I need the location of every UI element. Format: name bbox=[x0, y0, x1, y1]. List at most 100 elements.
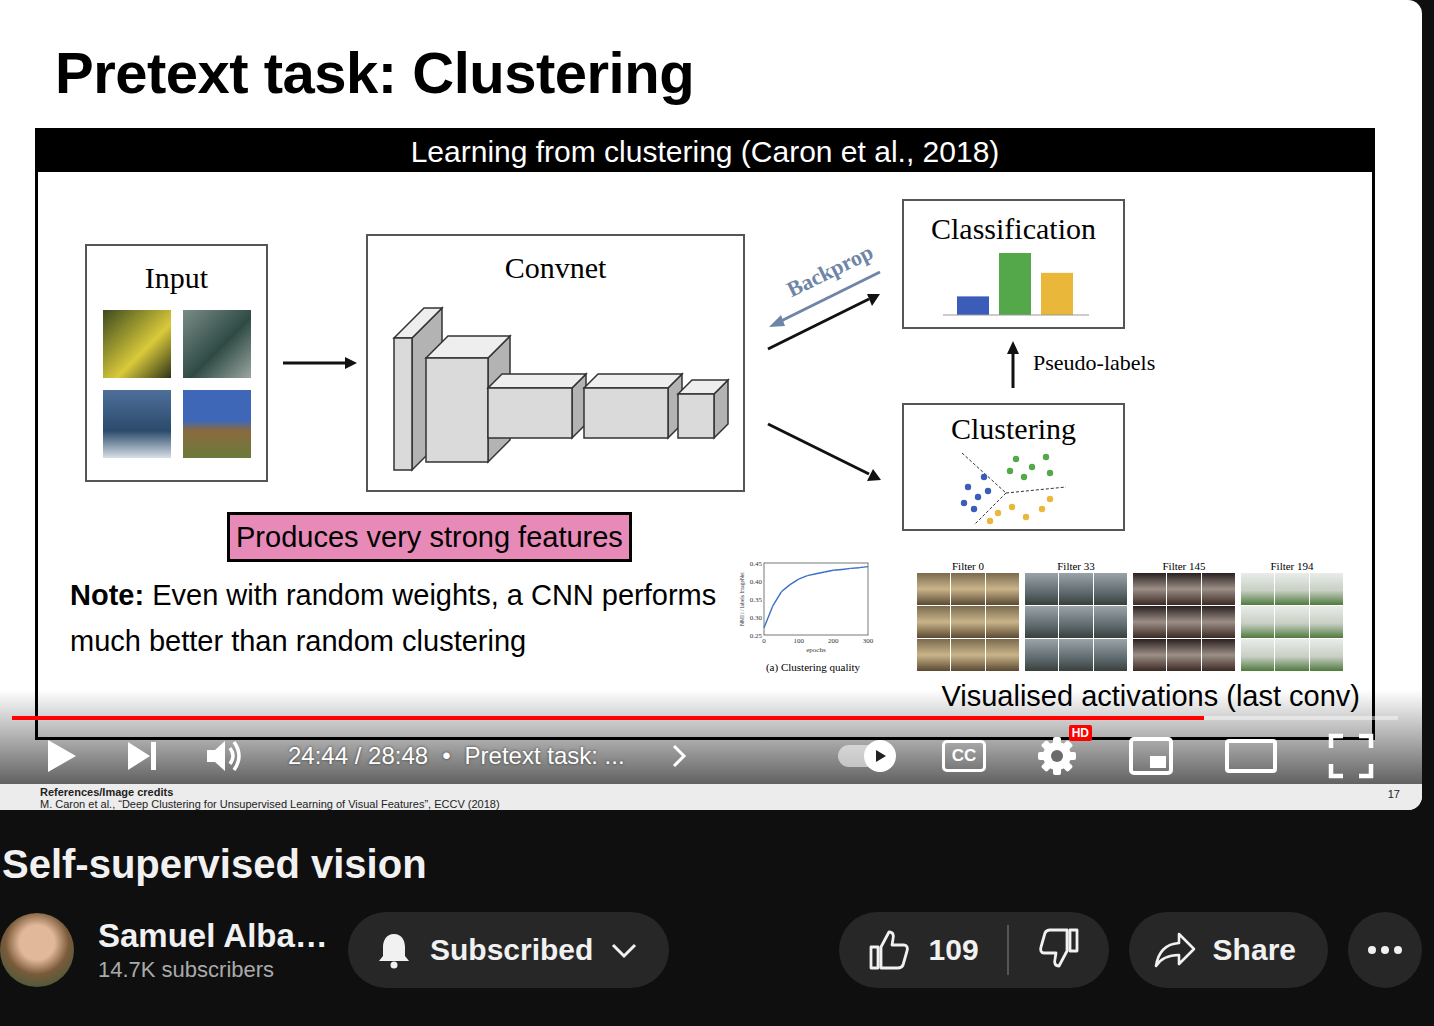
input-photo bbox=[183, 310, 251, 378]
cluster-point bbox=[1022, 514, 1028, 520]
classification-label: Classification bbox=[931, 211, 1096, 247]
fullscreen-icon[interactable] bbox=[1328, 733, 1374, 779]
filter-label: Filter 33 bbox=[1025, 559, 1127, 573]
activation-image bbox=[951, 606, 984, 638]
activation-image bbox=[1167, 606, 1200, 638]
settings-button[interactable]: HD bbox=[1036, 735, 1078, 777]
highlight-label: Produces very strong features bbox=[227, 512, 632, 562]
cluster-point bbox=[964, 484, 970, 490]
gear-icon bbox=[1036, 735, 1078, 777]
activation-image bbox=[1133, 639, 1166, 671]
input-photo bbox=[103, 390, 171, 458]
subscribe-button[interactable]: Subscribed bbox=[348, 912, 669, 988]
activation-image bbox=[1241, 639, 1274, 671]
pseudo-labels-label: Pseudo-labels bbox=[1033, 350, 1155, 376]
clustering-chart: NMI t / labels ImageNet0.450.400.350.300… bbox=[738, 557, 888, 674]
captions-button[interactable]: CC bbox=[942, 740, 986, 772]
time-display: 24:44 / 28:48 bbox=[288, 742, 428, 770]
references: References/Image creditsM. Caron et al.,… bbox=[0, 784, 1422, 810]
activation-image bbox=[917, 639, 950, 671]
activation-image bbox=[951, 639, 984, 671]
chapter-title[interactable]: Pretext task: ... bbox=[465, 742, 625, 770]
cluster-scatter bbox=[954, 447, 1074, 527]
channel-name[interactable]: Samuel Alba… bbox=[98, 916, 348, 956]
chart-line-segment bbox=[833, 569, 842, 571]
activation-image bbox=[1059, 573, 1092, 605]
cluster-point bbox=[1038, 506, 1044, 512]
activation-image bbox=[1025, 639, 1058, 671]
like-button[interactable]: 109 bbox=[867, 928, 979, 972]
page-number: 17 bbox=[1388, 788, 1400, 810]
activation-image bbox=[1275, 606, 1308, 638]
activation-image bbox=[1275, 639, 1308, 671]
progress-bar[interactable] bbox=[12, 716, 1398, 720]
share-label: Share bbox=[1213, 933, 1296, 967]
activation-image bbox=[1167, 639, 1200, 671]
channel-info: Samuel Alba…14.7K subscribers bbox=[98, 916, 348, 984]
filter-tiles bbox=[917, 573, 1019, 671]
filter-grid: Filter 0 bbox=[917, 559, 1019, 671]
youtube-page: Pretext task: Clustering Learning from cl… bbox=[0, 0, 1434, 1026]
input-node: Input bbox=[85, 244, 268, 482]
panel-title: Learning from clustering (Caron et al., … bbox=[38, 131, 1372, 172]
activation-image bbox=[1059, 606, 1092, 638]
activation-image bbox=[1167, 573, 1200, 605]
cluster-point bbox=[1028, 464, 1034, 470]
play-icon[interactable] bbox=[40, 736, 80, 776]
activation-image bbox=[1202, 606, 1235, 638]
clustering-node: Clustering bbox=[902, 403, 1125, 531]
activation-image bbox=[1094, 573, 1127, 605]
subscriber-count: 14.7K subscribers bbox=[98, 956, 348, 984]
chart-line-segment bbox=[859, 567, 868, 568]
svg-text:0.30: 0.30 bbox=[750, 614, 763, 622]
class-bar bbox=[957, 296, 989, 315]
svg-text:epochs: epochs bbox=[806, 646, 826, 654]
chevron-down-icon bbox=[609, 935, 639, 965]
channel-avatar[interactable] bbox=[0, 913, 74, 987]
cluster-point bbox=[974, 494, 980, 500]
svg-text:200: 200 bbox=[828, 637, 839, 645]
autoplay-toggle[interactable] bbox=[838, 745, 892, 767]
convnet-node: Convnet bbox=[366, 234, 745, 492]
more-dots-icon bbox=[1367, 945, 1403, 955]
player-controls: 24:44 / 28:48•Pretext task: ...CCHD bbox=[0, 730, 1422, 782]
activation-image bbox=[1241, 606, 1274, 638]
filter-tiles bbox=[1241, 573, 1343, 671]
svg-text:0.25: 0.25 bbox=[750, 632, 763, 640]
svg-text:300: 300 bbox=[863, 637, 874, 645]
more-button[interactable] bbox=[1348, 912, 1422, 988]
convnet-label: Convnet bbox=[505, 250, 607, 286]
cluster-point bbox=[1046, 470, 1052, 476]
citation: M. Caron et al., “Deep Clustering for Un… bbox=[40, 798, 500, 810]
filter-tiles bbox=[1133, 573, 1235, 671]
class-bar bbox=[1041, 273, 1073, 315]
chevron-right-icon[interactable] bbox=[669, 741, 689, 771]
next-icon[interactable] bbox=[124, 738, 160, 774]
svg-text:0: 0 bbox=[762, 637, 766, 645]
activation-image bbox=[1310, 573, 1343, 605]
share-icon bbox=[1153, 930, 1197, 970]
activation-image bbox=[1094, 639, 1127, 671]
slide-title: Pretext task: Clustering bbox=[55, 38, 1422, 108]
activation-image bbox=[1094, 606, 1127, 638]
cluster-point bbox=[1042, 454, 1048, 460]
cluster-point bbox=[1008, 504, 1014, 510]
autoplay-knob bbox=[864, 740, 896, 772]
svg-text:0.40: 0.40 bbox=[750, 578, 763, 586]
share-button[interactable]: Share bbox=[1129, 912, 1328, 988]
chart-line-segment bbox=[764, 606, 773, 628]
filter-grid: Filter 194 bbox=[1241, 559, 1343, 671]
miniplayer-icon[interactable] bbox=[1128, 736, 1174, 776]
svg-text:NMI t / labels ImageNet: NMI t / labels ImageNet bbox=[739, 572, 745, 626]
filter-label: Filter 194 bbox=[1241, 559, 1343, 573]
divider bbox=[1007, 925, 1009, 975]
video-player[interactable]: Pretext task: Clustering Learning from cl… bbox=[0, 0, 1422, 810]
cluster-point bbox=[994, 510, 1000, 516]
bell-icon bbox=[374, 930, 414, 970]
quality-badge: HD bbox=[1069, 725, 1092, 741]
dislike-button[interactable] bbox=[1037, 926, 1081, 974]
theater-mode-icon[interactable] bbox=[1224, 736, 1278, 776]
volume-icon[interactable] bbox=[204, 736, 244, 776]
classification-bars bbox=[929, 247, 1099, 321]
thumbs-down-icon bbox=[1037, 926, 1081, 970]
